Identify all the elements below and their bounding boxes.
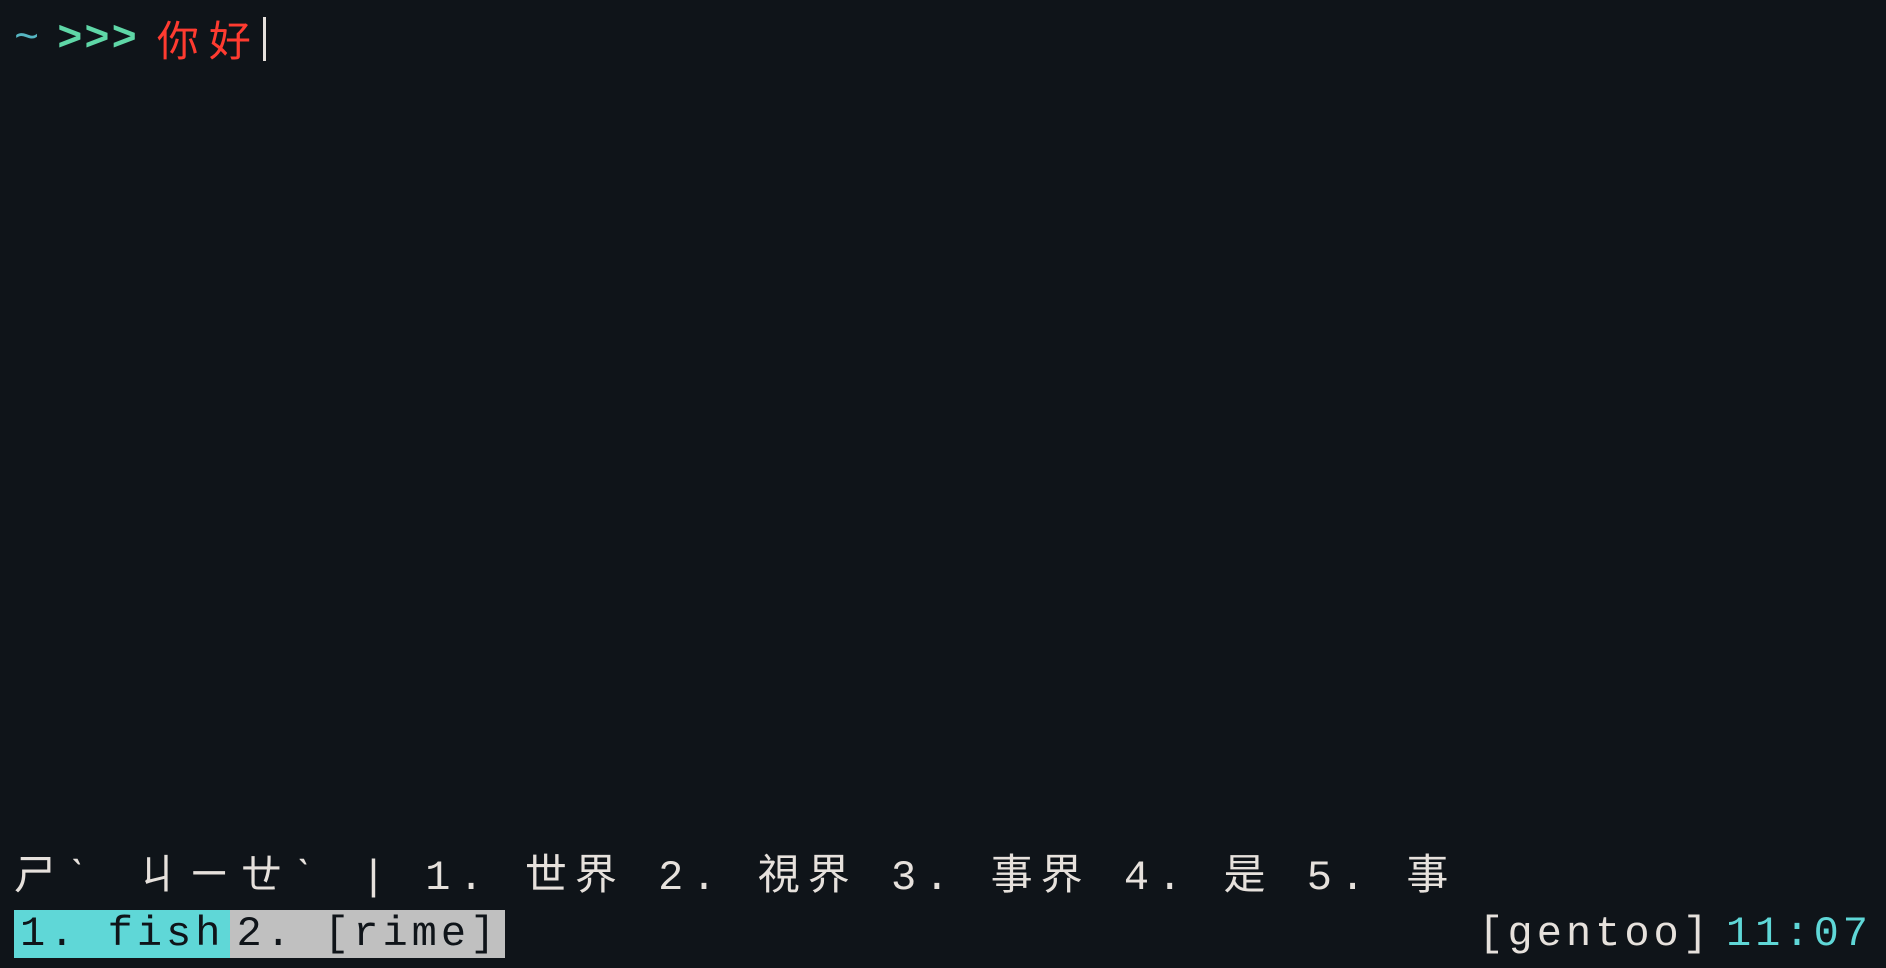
ime-candidate-1[interactable]: 1. 世界: [425, 854, 658, 902]
tab-fish[interactable]: 1. fish: [14, 910, 230, 958]
ime-candidate-5[interactable]: 5. 事: [1307, 854, 1457, 902]
candidate-text: 事: [1406, 854, 1456, 902]
ime-candidate-bar[interactable]: ㄕˋ ㄐㄧㄝˋ | 1. 世界 2. 視界 3. 事界 4. 是 5. 事: [0, 837, 1886, 906]
ime-separator: |: [361, 854, 392, 902]
terminal-window: ~ >>> 你好 ㄕˋ ㄐㄧㄝˋ | 1. 世界 2. 視界 3. 事界 4. …: [0, 0, 1886, 968]
candidate-index: 4.: [1124, 854, 1190, 902]
candidate-index: 1.: [425, 854, 491, 902]
hostname-label: [gentoo]: [1478, 910, 1712, 958]
status-bar: 1. fish 2. [rime] [gentoo] 11:07: [0, 906, 1886, 968]
prompt-symbol: >>>: [57, 15, 139, 63]
bottom-section: ㄕˋ ㄐㄧㄝˋ | 1. 世界 2. 視界 3. 事界 4. 是 5. 事: [0, 837, 1886, 968]
prompt-line[interactable]: ~ >>> 你好: [0, 0, 1886, 77]
candidate-index: 2.: [658, 854, 724, 902]
candidate-text: 事界: [991, 854, 1091, 902]
ime-candidate-2[interactable]: 2. 視界: [658, 854, 891, 902]
candidate-text: 世界: [525, 854, 625, 902]
cwd-indicator: ~: [14, 15, 43, 63]
candidate-index: 3.: [891, 854, 957, 902]
status-right: [gentoo] 11:07: [1478, 910, 1872, 958]
ime-preedit-text: ㄕˋ ㄐㄧㄝˋ: [14, 854, 328, 902]
candidate-text: 視界: [758, 854, 858, 902]
tab-list: 1. fish 2. [rime]: [14, 910, 505, 958]
clock-label: 11:07: [1726, 910, 1872, 958]
cursor-icon: [263, 17, 266, 61]
candidate-index: 5.: [1307, 854, 1373, 902]
tab-rime[interactable]: 2. [rime]: [230, 910, 505, 958]
command-input[interactable]: 你好: [157, 8, 261, 69]
candidate-text: 是: [1224, 854, 1274, 902]
ime-candidate-3[interactable]: 3. 事界: [891, 854, 1124, 902]
ime-candidate-4[interactable]: 4. 是: [1124, 854, 1307, 902]
